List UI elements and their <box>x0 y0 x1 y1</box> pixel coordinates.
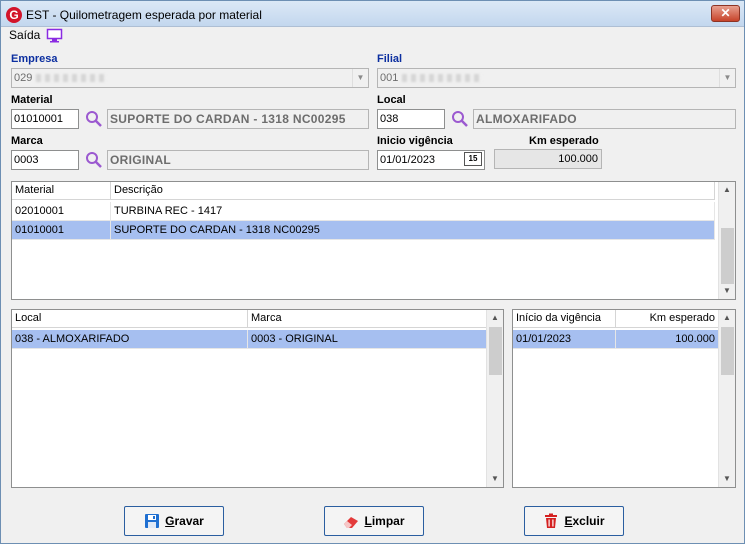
km-esperado-input[interactable]: 100.000 <box>494 149 602 169</box>
close-button[interactable]: ✕ <box>711 5 740 22</box>
material-description: SUPORTE DO CARDAN - 1318 NC00295 <box>107 109 369 129</box>
gravar-button[interactable]: Gravar <box>124 506 224 536</box>
calendar-icon[interactable]: 15 <box>464 152 482 166</box>
scroll-up-icon[interactable]: ▲ <box>719 310 735 326</box>
empresa-value: 029 <box>14 72 33 84</box>
main-window: G EST - Quilometragem esperada por mater… <box>0 0 745 544</box>
window-title: EST - Quilometragem esperada por materia… <box>26 8 262 22</box>
scroll-down-icon[interactable]: ▼ <box>487 471 503 487</box>
monitor-icon[interactable] <box>46 28 63 43</box>
column-header-descricao[interactable]: Descrição <box>111 182 715 200</box>
empresa-label: Empresa <box>11 53 58 65</box>
limpar-label: Limpar <box>364 514 405 528</box>
marca-description: ORIGINAL <box>107 150 369 170</box>
cell-inicio-vigencia: 01/01/2023 <box>513 330 616 349</box>
cell-material: 01010001 <box>12 221 111 240</box>
title-bar: G EST - Quilometragem esperada por mater… <box>1 1 744 27</box>
local-description: ALMOXARIFADO <box>473 109 736 129</box>
materials-grid: Material Descrição 02010001 TURBINA REC … <box>11 181 736 300</box>
excluir-label: Excluir <box>564 514 605 528</box>
vigencia-grid: Início da vigência Km esperado 01/01/202… <box>512 309 736 488</box>
scroll-thumb[interactable] <box>721 327 734 375</box>
local-marca-grid: Local Marca 038 - ALMOXARIFADO 0003 - OR… <box>11 309 504 488</box>
search-icon[interactable] <box>85 151 103 169</box>
scroll-down-icon[interactable]: ▼ <box>719 471 735 487</box>
limpar-button[interactable]: Limpar <box>324 506 424 536</box>
column-header-km-esperado[interactable]: Km esperado <box>616 310 719 328</box>
material-code-input[interactable]: 01010001 <box>11 109 79 129</box>
redacted-text <box>36 74 107 83</box>
combo-arrow-icon[interactable]: ▼ <box>719 69 735 87</box>
filial-value: 001 <box>380 72 399 84</box>
cell-local: 038 - ALMOXARIFADO <box>12 330 248 349</box>
material-label: Material <box>11 94 53 106</box>
scroll-thumb[interactable] <box>721 228 734 284</box>
vertical-scrollbar[interactable]: ▲ ▼ <box>718 182 735 299</box>
redacted-text <box>402 74 483 83</box>
gravar-label: Gravar <box>165 514 204 528</box>
app-logo-icon: G <box>6 7 22 23</box>
save-icon <box>145 514 160 528</box>
marca-code-input[interactable]: 0003 <box>11 150 79 170</box>
column-header-local[interactable]: Local <box>12 310 248 328</box>
column-header-material[interactable]: Material <box>12 182 111 200</box>
excluir-button[interactable]: Excluir <box>524 506 624 536</box>
menu-item-saida[interactable]: Saída <box>9 28 40 42</box>
cell-descricao: SUPORTE DO CARDAN - 1318 NC00295 <box>111 221 715 240</box>
combo-arrow-icon[interactable]: ▼ <box>352 69 368 87</box>
column-header-marca[interactable]: Marca <box>248 310 487 328</box>
search-icon[interactable] <box>85 110 103 128</box>
trash-icon <box>545 513 558 528</box>
cell-km-esperado: 100.000 <box>616 330 719 349</box>
km-esperado-label: Km esperado <box>529 135 599 147</box>
vertical-scrollbar[interactable]: ▲ ▼ <box>486 310 503 487</box>
close-icon: ✕ <box>720 6 731 20</box>
cell-marca: 0003 - ORIGINAL <box>248 330 487 349</box>
eraser-icon <box>344 517 359 528</box>
local-code-input[interactable]: 038 <box>377 109 445 129</box>
cell-material: 02010001 <box>12 202 111 221</box>
empresa-select[interactable]: 029 ▼ <box>11 68 369 88</box>
scroll-up-icon[interactable]: ▲ <box>487 310 503 326</box>
marca-label: Marca <box>11 135 43 147</box>
scroll-up-icon[interactable]: ▲ <box>719 182 735 198</box>
column-header-inicio-vigencia[interactable]: Início da vigência <box>513 310 616 328</box>
search-icon[interactable] <box>451 110 469 128</box>
scroll-down-icon[interactable]: ▼ <box>719 283 735 299</box>
cell-descricao: TURBINA REC - 1417 <box>111 202 715 221</box>
menu-bar: Saída <box>1 27 744 45</box>
inicio-vigencia-label: Inicio vigência <box>377 135 453 147</box>
filial-select[interactable]: 001 ▼ <box>377 68 736 88</box>
local-label: Local <box>377 94 406 106</box>
vertical-scrollbar[interactable]: ▲ ▼ <box>718 310 735 487</box>
filial-label: Filial <box>377 53 403 65</box>
scroll-thumb[interactable] <box>489 327 502 375</box>
